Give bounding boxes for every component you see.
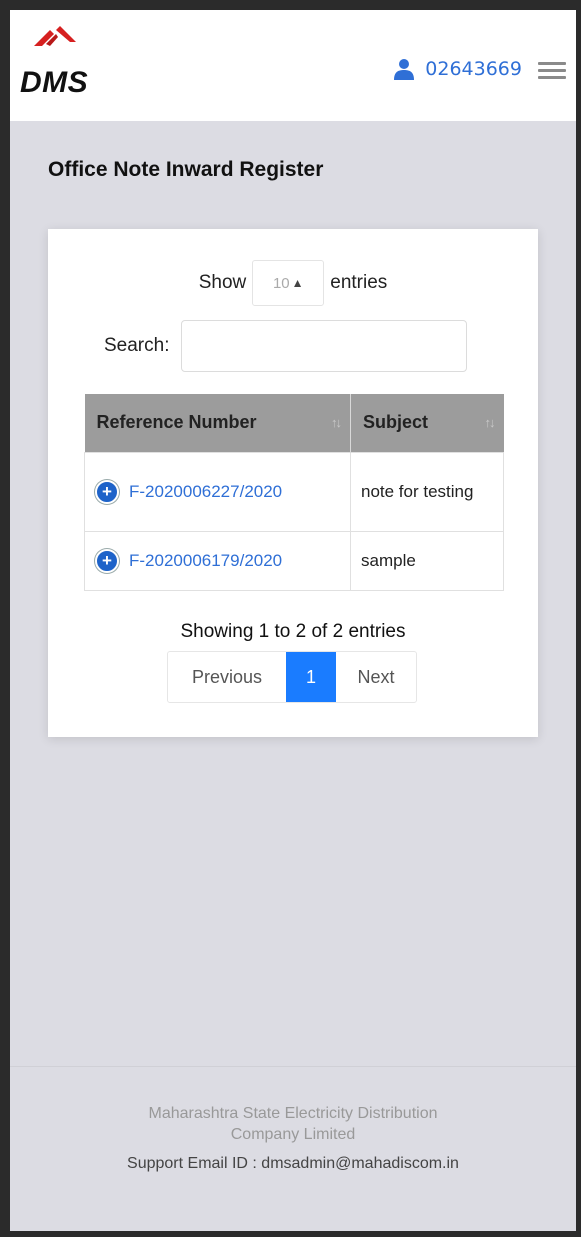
reference-link[interactable]: F-2020006179/2020 — [129, 551, 282, 571]
column-header-reference[interactable]: Reference Number ↑↓ — [84, 394, 351, 452]
subject-cell: note for testing — [350, 451, 504, 532]
sort-icon: ↑↓ — [484, 415, 496, 430]
pagination: Previous 1 Next — [167, 651, 417, 703]
entries-value: 10 — [272, 274, 290, 292]
search-input[interactable] — [181, 320, 468, 372]
user-id[interactable]: 02643669 — [425, 58, 522, 80]
subject-cell: sample — [350, 530, 504, 591]
entries-length-control: Show 10 ▲︎ entries — [48, 259, 538, 307]
reference-link[interactable]: F-2020006227/2020 — [129, 482, 282, 502]
dms-logo[interactable]: DMS — [20, 24, 110, 104]
search-control: Search: — [104, 319, 468, 373]
expand-plus-icon[interactable]: + — [95, 479, 119, 504]
entries-label: entries — [330, 272, 388, 293]
top-bar: DMS 02643669 — [10, 10, 576, 121]
select-arrows-icon: ▲︎ — [291, 276, 304, 290]
support-email: Support Email ID : dmsadmin@mahadiscom.i… — [127, 1155, 459, 1172]
logo-mark-icon — [34, 26, 76, 46]
user-icon[interactable] — [393, 58, 415, 80]
app-frame: DMS 02643669 Office Note Inward Register… — [10, 10, 576, 1231]
previous-button[interactable]: Previous — [168, 652, 286, 702]
user-area: 02643669 — [393, 54, 566, 84]
hamburger-menu-icon[interactable] — [538, 58, 566, 80]
sort-icon: ↑↓ — [331, 415, 342, 430]
organization-name: Maharashtra State Electricity Distributi… — [148, 1105, 438, 1143]
register-card: Show 10 ▲︎ entries Search: Reference Num… — [48, 229, 538, 737]
expand-plus-icon[interactable]: + — [95, 548, 119, 573]
next-button[interactable]: Next — [336, 652, 416, 702]
show-label: Show — [198, 272, 247, 293]
entries-select[interactable]: 10 ▲︎ — [252, 260, 325, 306]
page-1-button[interactable]: 1 — [286, 652, 336, 702]
search-label: Search: — [104, 335, 170, 356]
page-title: Office Note Inward Register — [48, 158, 324, 181]
table-header-row: Reference Number ↑↓ Subject ↑↓ — [84, 394, 504, 452]
reference-cell: + F-2020006179/2020 — [84, 530, 351, 591]
table-info: Showing 1 to 2 of 2 entries — [180, 621, 406, 642]
column-header-subject[interactable]: Subject ↑↓ — [350, 394, 504, 452]
reference-cell: + F-2020006227/2020 — [84, 451, 351, 532]
table-row: + F-2020006179/2020 sample — [84, 530, 504, 591]
table-row: + F-2020006227/2020 note for testing — [84, 451, 504, 532]
logo-text: DMS — [20, 66, 89, 99]
footer: Maharashtra State Electricity Distributi… — [10, 1066, 576, 1231]
register-table: Reference Number ↑↓ Subject ↑↓ + F-20200… — [84, 394, 504, 591]
